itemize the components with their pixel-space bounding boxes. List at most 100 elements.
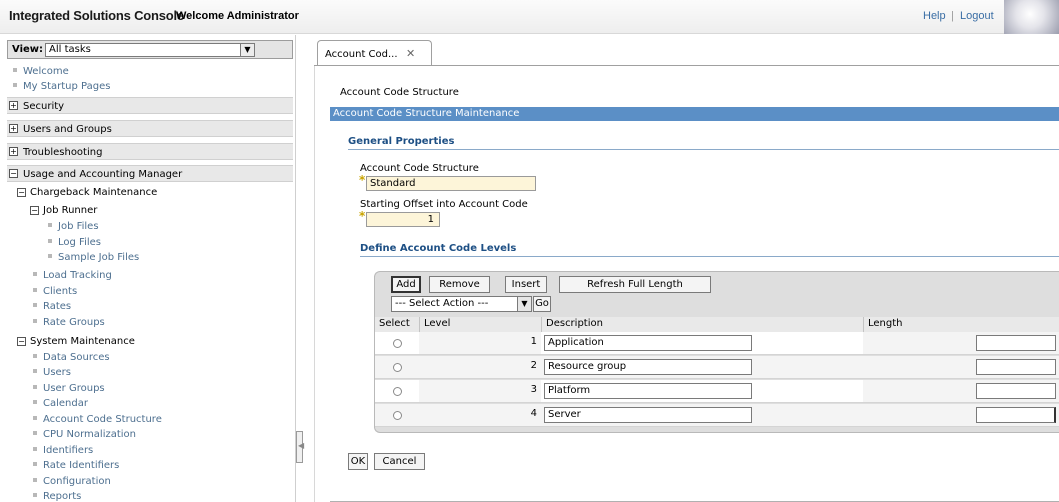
level-value: 1	[530, 336, 537, 347]
refresh-full-length-button[interactable]: Refresh Full Length	[559, 276, 711, 293]
level-value: 4	[530, 408, 537, 419]
nav-link-cpu-normalization[interactable]: CPU Normalization	[33, 429, 136, 440]
cancel-button[interactable]: Cancel	[374, 453, 425, 470]
go-button[interactable]: Go	[533, 296, 551, 312]
expand-icon[interactable]: +	[9, 124, 18, 133]
col-header-description[interactable]: Description	[541, 317, 863, 332]
bullet-icon	[33, 369, 37, 373]
bullet-icon	[33, 288, 37, 292]
row-radio[interactable]	[393, 387, 402, 396]
expand-icon[interactable]: +	[9, 147, 18, 156]
length-input[interactable]	[976, 383, 1056, 399]
nav-link-load-tracking[interactable]: Load Tracking	[33, 270, 112, 281]
bullet-icon	[33, 493, 37, 497]
collapse-icon[interactable]: −	[17, 337, 26, 346]
bullet-icon	[48, 223, 52, 227]
tab-account-code[interactable]: Account Cod... ✕	[317, 40, 432, 66]
help-link[interactable]: Help	[923, 10, 946, 22]
nav-link-rate-identifiers[interactable]: Rate Identifiers	[33, 460, 119, 471]
nav-section-label: Usage and Accounting Manager	[23, 169, 183, 180]
description-input[interactable]: Resource group	[544, 359, 752, 375]
chevron-down-icon[interactable]: ▼	[517, 297, 531, 311]
nav-link-clients[interactable]: Clients	[33, 286, 77, 297]
nav-section-users-groups[interactable]: + Users and Groups	[7, 120, 293, 137]
level-cell: 1	[419, 332, 541, 355]
nav-link-users[interactable]: Users	[33, 367, 71, 378]
bullet-icon	[13, 68, 17, 72]
logout-link[interactable]: Logout	[960, 10, 994, 22]
length-input[interactable]	[976, 335, 1056, 351]
nav-link-welcome[interactable]: Welcome	[13, 66, 69, 77]
chevron-down-icon[interactable]: ▼	[240, 44, 254, 56]
bullet-icon	[33, 400, 37, 404]
add-button[interactable]: Add	[391, 276, 421, 293]
nav-link-rate-groups[interactable]: Rate Groups	[33, 317, 105, 328]
offset-field[interactable]: 1	[366, 212, 440, 227]
nav-section-security[interactable]: + Security	[7, 97, 293, 114]
ok-button[interactable]: OK	[348, 453, 368, 470]
row-radio[interactable]	[393, 411, 402, 420]
define-levels-heading: Define Account Code Levels	[360, 243, 517, 254]
navigation-panel: View: All tasks ▼ Welcome My Startup Pag…	[0, 35, 296, 502]
col-header-level[interactable]: Level	[419, 317, 541, 332]
collapse-arrow-icon: ◀	[298, 441, 305, 450]
description-input[interactable]: Application	[544, 335, 752, 351]
nav-link-identifiers[interactable]: Identifiers	[33, 445, 93, 456]
acs-field[interactable]: Standard	[366, 176, 536, 191]
description-input[interactable]: Platform	[544, 383, 752, 399]
table-row: 2 Resource group	[375, 356, 1059, 380]
view-select[interactable]: All tasks ▼	[45, 43, 255, 57]
banner-separator: |	[951, 10, 954, 22]
nav-link-reports[interactable]: Reports	[33, 491, 81, 502]
description-input[interactable]: Server	[544, 407, 752, 423]
table-row: 4 Server	[375, 404, 1059, 428]
nav-section-troubleshooting[interactable]: + Troubleshooting	[7, 143, 293, 160]
nav-link-rates[interactable]: Rates	[33, 301, 71, 312]
nav-link-data-sources[interactable]: Data Sources	[33, 352, 110, 363]
nav-collapse-handle[interactable]: ◀	[296, 431, 305, 463]
remove-button[interactable]: Remove	[429, 276, 490, 293]
nav-link-account-code-structure[interactable]: Account Code Structure	[33, 414, 162, 425]
level-value: 2	[530, 360, 537, 371]
expand-icon[interactable]: +	[9, 101, 18, 110]
nav-link-startup-pages[interactable]: My Startup Pages	[13, 81, 110, 92]
general-properties-heading: General Properties	[348, 136, 455, 147]
nav-link-user-groups[interactable]: User Groups	[33, 383, 105, 394]
bullet-icon	[33, 319, 37, 323]
divider	[360, 256, 1059, 257]
select-cell	[375, 332, 419, 355]
brand-graphic	[1004, 0, 1059, 34]
acs-label: Account Code Structure	[360, 163, 479, 174]
row-radio[interactable]	[393, 363, 402, 372]
col-header-length[interactable]: Length	[863, 317, 1059, 332]
view-select-value: All tasks	[49, 44, 91, 55]
collapse-icon[interactable]: −	[17, 188, 26, 197]
close-icon[interactable]: ✕	[406, 47, 415, 60]
description-cell: Server	[541, 404, 863, 427]
portlet-title: Account Code Structure Maintenance	[330, 107, 1059, 121]
nav-link-log-files[interactable]: Log Files	[48, 237, 101, 248]
required-icon: *	[359, 173, 366, 187]
col-header-select[interactable]: Select	[375, 317, 419, 332]
nav-section-label: Security	[23, 101, 65, 112]
nav-link-sample-job-files[interactable]: Sample Job Files	[48, 252, 139, 263]
workspace-border	[314, 66, 315, 502]
collapse-icon[interactable]: −	[30, 206, 39, 215]
bullet-icon	[33, 272, 37, 276]
insert-button[interactable]: Insert	[505, 276, 547, 293]
length-cell	[863, 332, 1059, 355]
action-select[interactable]: --- Select Action --- ▼	[391, 296, 532, 312]
row-radio[interactable]	[393, 339, 402, 348]
nav-link-job-files[interactable]: Job Files	[48, 221, 99, 232]
nav-link-configuration[interactable]: Configuration	[33, 476, 111, 487]
select-cell	[375, 356, 419, 379]
action-select-value: --- Select Action ---	[395, 298, 489, 309]
length-input[interactable]	[976, 359, 1056, 375]
levels-table: Add Remove Insert Refresh Full Length --…	[374, 271, 1059, 433]
nav-link-calendar[interactable]: Calendar	[33, 398, 88, 409]
bullet-icon	[13, 83, 17, 87]
nav-node-label: Chargeback Maintenance	[30, 187, 158, 198]
nav-section-uam[interactable]: − Usage and Accounting Manager	[7, 165, 293, 182]
collapse-icon[interactable]: −	[9, 169, 18, 178]
length-input[interactable]	[976, 407, 1056, 423]
